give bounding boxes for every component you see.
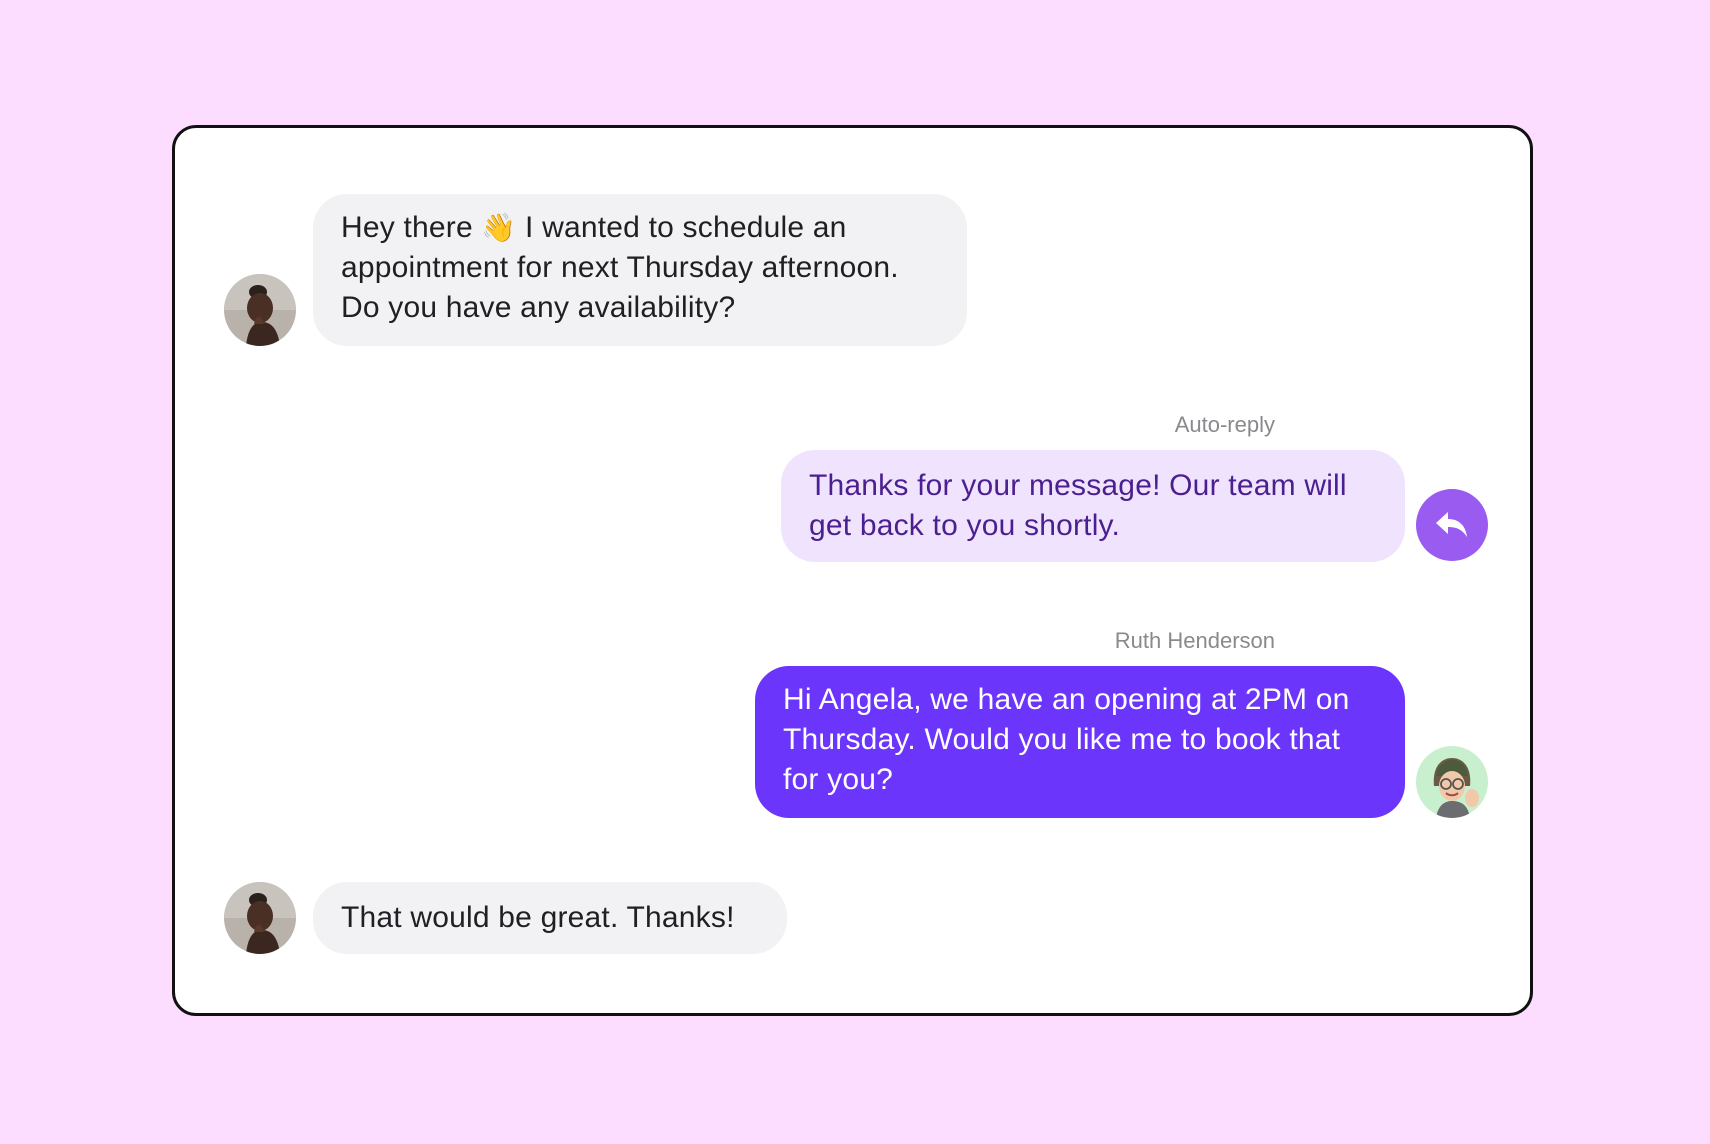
message-text: That would be great. Thanks! xyxy=(341,901,735,934)
message-bubble-customer: That would be great. Thanks! xyxy=(313,882,787,954)
message-text: Hi Angela, we have an opening at 2PM on xyxy=(783,683,1350,716)
message-text: get back to you shortly. xyxy=(809,509,1121,542)
message-text: Hey there xyxy=(341,211,473,244)
message-text: for you? xyxy=(783,763,893,796)
auto-reply-label: Auto-reply xyxy=(1174,412,1275,437)
customer-avatar xyxy=(224,274,296,346)
message-text: Thanks for your message! Our team will xyxy=(809,469,1347,502)
agent-avatar xyxy=(1416,746,1488,818)
chat-window: Hey there 👋 I wanted to schedule an appo… xyxy=(172,125,1533,1016)
reply-arrow-icon xyxy=(1436,512,1467,537)
customer-avatar xyxy=(224,882,296,954)
message-bubble-auto-reply: Thanks for your message! Our team will g… xyxy=(781,450,1405,562)
agent-name-label: Ruth Henderson xyxy=(1114,628,1275,653)
message-bubble-customer: Hey there 👋 I wanted to schedule an appo… xyxy=(313,194,967,346)
auto-reply-button[interactable] xyxy=(1416,489,1488,561)
message-bubble-agent: Hi Angela, we have an opening at 2PM on … xyxy=(755,666,1405,818)
message-text: I wanted to schedule an xyxy=(525,211,847,244)
message-text: Do you have any availability? xyxy=(341,291,736,324)
waving-hand-icon: 👋 xyxy=(481,211,517,244)
message-text: Thursday. Would you like me to book that xyxy=(783,723,1341,756)
message-text: appointment for next Thursday afternoon. xyxy=(341,251,899,284)
